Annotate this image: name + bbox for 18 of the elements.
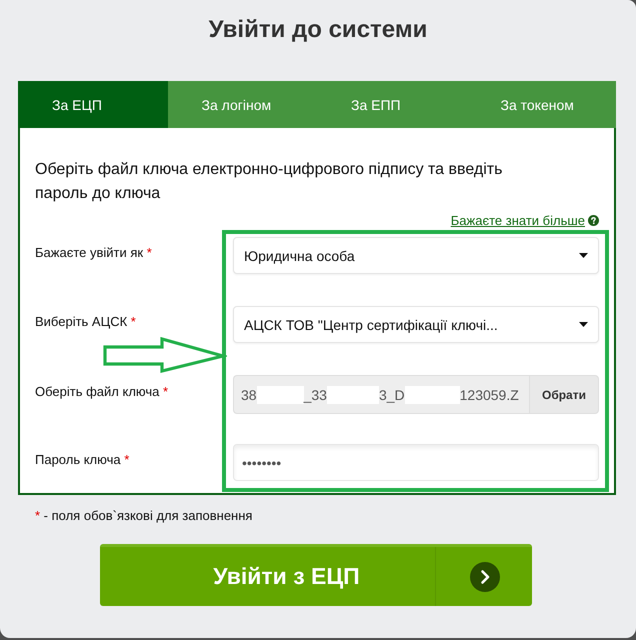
field-label: Бажаєте увійти як * [35, 245, 152, 260]
learn-more-link[interactable]: Бажаєте знати більше [450, 212, 585, 228]
chevron-right-icon [470, 562, 500, 592]
login-method-tab[interactable]: За ЕЦП [18, 81, 168, 128]
browse-button[interactable]: Обрати [529, 375, 599, 414]
file-path-field[interactable]: 38 _33 3_D 123059.Z [233, 375, 529, 414]
help-icon[interactable] [588, 214, 599, 226]
field-label: Оберіть файл ключа * [35, 384, 168, 399]
field-label: Пароль ключа * [35, 452, 130, 467]
caret-down-icon [579, 322, 588, 327]
instruction-text: Оберіть файл ключа електронно-цифрового підпису та введіть пароль до ключа [35, 160, 504, 204]
caret-down-icon [579, 253, 588, 258]
dropdown[interactable]: Юридична особа [233, 237, 599, 274]
dropdown[interactable]: АЦСК ТОВ "Центр сертифікації ключі... [233, 306, 599, 343]
page-title: Увійти до системи [208, 15, 428, 45]
field-label: Виберіть АЦСК * [35, 314, 136, 329]
password-field[interactable]: •••••••• [233, 444, 599, 481]
required-fields-note: * - поля обов`язкові для заповнення [35, 508, 252, 525]
